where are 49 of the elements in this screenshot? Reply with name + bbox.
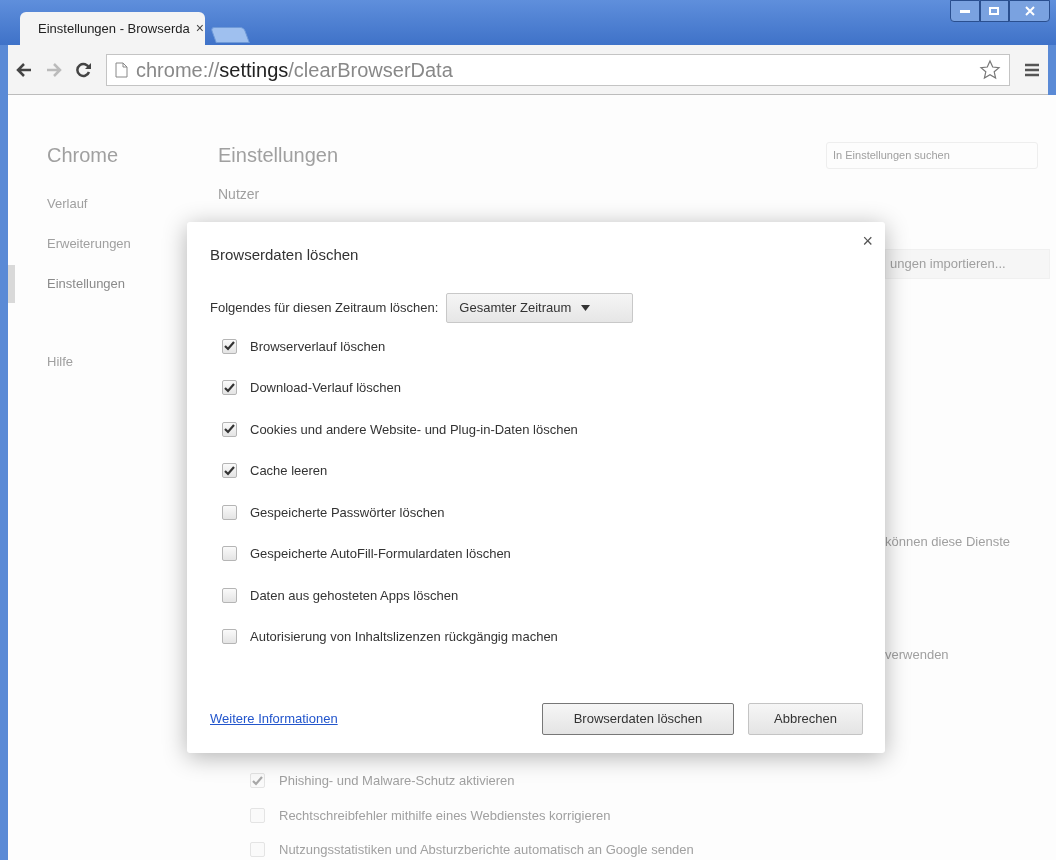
section-heading: Nutzer [218, 185, 261, 202]
window-controls-drawing[interactable] [950, 0, 1050, 22]
checkbox[interactable] [222, 380, 237, 396]
back-icon[interactable] [16, 62, 32, 77]
option-label: Nutzungsstatistiken und Absturzberichte automatisch an Google senden [279, 841, 694, 859]
page-icon [115, 61, 128, 78]
sidebar-title: Chrome [47, 143, 120, 168]
dialog-button[interactable]: Browserdaten löschen [542, 703, 734, 735]
dialog-button[interactable]: Abbrechen [748, 703, 863, 735]
period-dropdown[interactable]: Gesamter Zeitraum [446, 292, 634, 323]
tab-close-button[interactable]: × [195, 18, 204, 39]
reload-icon[interactable] [76, 61, 92, 78]
address-bar[interactable]: chrome://settings/clearBrowserData [106, 53, 1010, 86]
checkmark-icon [224, 424, 235, 435]
checkbox-label: Download-Verlauf löschen [250, 379, 402, 397]
checkbox[interactable] [222, 587, 237, 603]
page-title: Einstellungen [218, 143, 339, 168]
checkbox[interactable] [222, 629, 237, 645]
description-text: verwenden [885, 646, 950, 664]
checkmark-icon [252, 775, 263, 786]
checkbox-label: Browserverlauf löschen [250, 337, 386, 356]
checkbox[interactable] [222, 338, 237, 354]
option-label: Rechtschreibfehler mithilfe eines Webdienstes korrigieren [279, 806, 611, 825]
checkmark-icon [224, 382, 235, 393]
checkbox[interactable] [222, 504, 237, 520]
description-text: können diese Dienste [885, 533, 1012, 551]
checkmark-icon [224, 341, 235, 352]
star-icon[interactable] [979, 58, 1001, 81]
checkbox-label: Cache leeren [250, 462, 328, 480]
checkbox-label: Gespeicherte AutoFill-Formulardaten löschen [250, 545, 511, 563]
close-button[interactable]: × [862, 232, 873, 250]
checkbox-label: Autorisierung von Inhaltslizenzen rückgängig machen [250, 628, 558, 646]
dialog-title: Browserdaten löschen [210, 245, 360, 265]
checkbox-label: Daten aus gehosteten Apps löschen [250, 586, 459, 605]
checkbox[interactable] [222, 463, 237, 479]
checkbox[interactable] [222, 546, 237, 562]
checkbox-label: Gespeicherte Passwörter löschen [250, 503, 445, 522]
dropdown-arrow-icon [581, 304, 591, 311]
menu-icon[interactable] [1024, 62, 1040, 77]
url-text: chrome://settings/clearBrowserData [136, 57, 454, 83]
checkmark-icon [224, 465, 235, 476]
more-info-link[interactable]: Weitere Informationen [210, 709, 338, 729]
checkbox-label: Cookies und andere Website- und Plug-in-Daten löschen [250, 420, 578, 439]
sidebar-item[interactable]: Einstellungen [47, 274, 126, 294]
checkbox[interactable] [222, 421, 237, 437]
option-label: Phishing- und Malware-Schutz aktivieren [279, 772, 515, 790]
browser-tab[interactable]: Einstellungen - Browserda × [20, 12, 205, 45]
period-label: Folgendes für diesen Zeitraum löschen: [210, 298, 439, 317]
new-tab-button[interactable] [210, 27, 250, 43]
